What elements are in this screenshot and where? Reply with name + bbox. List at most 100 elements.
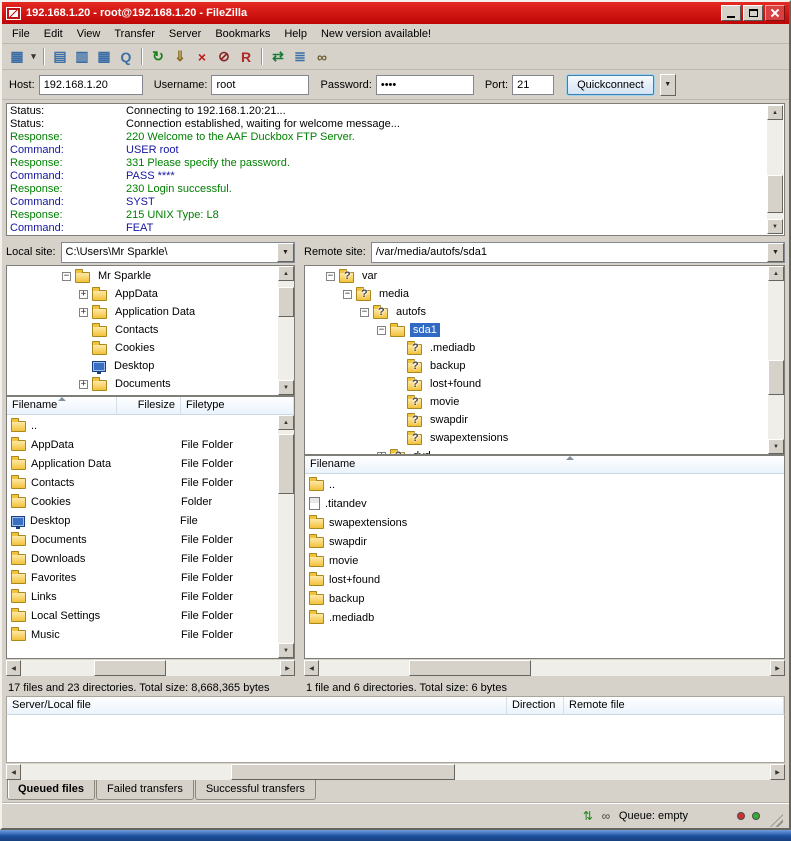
file-row-movie[interactable]: movie [305,551,784,570]
local-list-scrollbar[interactable]: ▲▼ [278,415,294,658]
tree-item-contacts[interactable]: Contacts [7,321,278,339]
menu-server[interactable]: Server [162,25,208,43]
file-row-local-settings[interactable]: Local SettingsFile Folder [7,606,278,625]
expand-box-icon[interactable]: + [377,452,386,455]
scroll-right-button[interactable]: ▶ [770,764,785,780]
menu-help[interactable]: Help [277,25,314,43]
file-search-icon[interactable]: ∞ [311,46,333,68]
scroll-right-button[interactable]: ▶ [280,660,295,676]
refresh-icon[interactable]: ↻ [147,46,169,68]
remote-tree-scrollbar[interactable]: ▲▼ [768,266,784,454]
scrollbar-thumb[interactable] [94,660,167,676]
expand-box-icon[interactable]: + [79,380,88,389]
quickconnect-dropdown-button[interactable]: ▼ [660,74,676,96]
port-input[interactable] [512,75,554,95]
file-row-links[interactable]: LinksFile Folder [7,587,278,606]
chevron-down-icon[interactable]: ▼ [277,243,294,262]
tree-item-movie[interactable]: movie [305,393,768,411]
tree-item-cookies[interactable]: Cookies [7,339,278,357]
collapse-box-icon[interactable]: − [360,308,369,317]
file-row-titandev[interactable]: .titandev [305,494,784,513]
scroll-up-button[interactable]: ▲ [278,415,294,430]
resize-grip[interactable] [770,814,783,827]
scrollbar-thumb[interactable] [409,660,531,676]
pane-splitter[interactable] [298,239,301,696]
column-header-filesize[interactable]: Filesize [117,397,181,414]
file-row-cookies[interactable]: CookiesFolder [7,492,278,511]
tree-item-var[interactable]: −var [305,267,768,285]
tab-successful-transfers[interactable]: Successful transfers [195,780,316,800]
remote-site-combo[interactable]: /var/media/autofs/sda1 ▼ [371,242,785,263]
tree-item-downloads[interactable]: +Downloads [7,393,278,395]
toggle-remote-tree-icon[interactable]: ▦ [93,46,115,68]
tab-queued-files[interactable]: Queued files [7,780,95,800]
reconnect-icon[interactable]: R [235,46,257,68]
scrollbar-track[interactable] [21,764,770,780]
password-input[interactable] [376,75,474,95]
username-input[interactable] [211,75,309,95]
process-queue-icon[interactable]: ⇓ [169,46,191,68]
queue-column-remote-file[interactable]: Remote file [564,697,784,714]
menu-new-version-available[interactable]: New version available! [314,25,438,43]
scroll-up-button[interactable]: ▲ [278,266,294,281]
column-header-filetype[interactable]: Filetype [181,397,294,414]
cancel-icon[interactable]: × [191,46,213,68]
speed-arrows-icon[interactable]: ⇅ [579,809,597,823]
menu-bookmarks[interactable]: Bookmarks [208,25,277,43]
file-row-contacts[interactable]: ContactsFile Folder [7,473,278,492]
scrollbar-track[interactable] [278,430,294,643]
tree-item-dvd[interactable]: +dvd [305,447,768,454]
chevron-down-icon[interactable]: ▼ [767,243,784,262]
scrollbar-track[interactable] [21,660,280,676]
file-row-downloads[interactable]: DownloadsFile Folder [7,549,278,568]
tree-item-swapdir[interactable]: swapdir [305,411,768,429]
menu-transfer[interactable]: Transfer [107,25,162,43]
local-tree-scrollbar[interactable]: ▲▼ [278,266,294,395]
tree-item-media[interactable]: −media [305,285,768,303]
scrollbar-thumb[interactable] [278,434,294,494]
maximize-button[interactable] [743,5,763,21]
file-row-swapdir[interactable]: swapdir [305,532,784,551]
tree-item-mediadb[interactable]: .mediadb [305,339,768,357]
file-row-mediadb[interactable]: .mediadb [305,608,784,627]
quickconnect-button[interactable]: Quickconnect [567,75,654,95]
tree-item-swapextensions[interactable]: swapextensions [305,429,768,447]
collapse-box-icon[interactable]: − [62,272,71,281]
title-bar[interactable]: 192.168.1.20 - root@192.168.1.20 - FileZ… [2,2,789,24]
column-header-filename[interactable]: Filename [305,456,784,473]
file-row-documents[interactable]: DocumentsFile Folder [7,530,278,549]
tree-item-application-data[interactable]: +Application Data [7,303,278,321]
scroll-up-button[interactable]: ▲ [768,266,784,281]
scroll-up-button[interactable]: ▲ [767,105,783,120]
file-row-item[interactable]: .. [305,475,784,494]
tree-item-desktop[interactable]: Desktop [7,357,278,375]
file-row-application-data[interactable]: Application DataFile Folder [7,454,278,473]
log-scrollbar[interactable]: ▲▼ [767,105,783,234]
file-row-backup[interactable]: backup [305,589,784,608]
minimize-button[interactable] [721,5,741,21]
tree-item-mr-sparkle[interactable]: −Mr Sparkle [7,267,278,285]
file-row-desktop[interactable]: DesktopFile [7,511,278,530]
directory-comparison-icon[interactable]: ≣ [289,46,311,68]
site-manager-icon[interactable]: ▦ [6,46,28,68]
scrollbar-thumb[interactable] [768,360,784,395]
menu-view[interactable]: View [70,25,108,43]
scroll-right-button[interactable]: ▶ [770,660,785,676]
column-header-filename[interactable]: Filename [7,397,117,414]
file-row-appdata[interactable]: AppDataFile Folder [7,435,278,454]
close-button[interactable] [765,5,785,21]
tree-item-documents[interactable]: +Documents [7,375,278,393]
tree-item-appdata[interactable]: +AppData [7,285,278,303]
file-row-music[interactable]: MusicFile Folder [7,625,278,644]
scrollbar-thumb[interactable] [278,287,294,317]
tree-item-backup[interactable]: backup [305,357,768,375]
queue-column-server-local-file[interactable]: Server/Local file [7,697,507,714]
menu-file[interactable]: File [5,25,37,43]
scroll-down-button[interactable]: ▼ [278,643,294,658]
file-row-favorites[interactable]: FavoritesFile Folder [7,568,278,587]
scroll-left-button[interactable]: ◀ [6,660,21,676]
tree-item-sda1[interactable]: −sda1 [305,321,768,339]
queue-horizontal-scrollbar[interactable]: ◀▶ [6,764,785,780]
scrollbar-track[interactable] [767,120,783,219]
disconnect-icon[interactable]: ⊘ [213,46,235,68]
